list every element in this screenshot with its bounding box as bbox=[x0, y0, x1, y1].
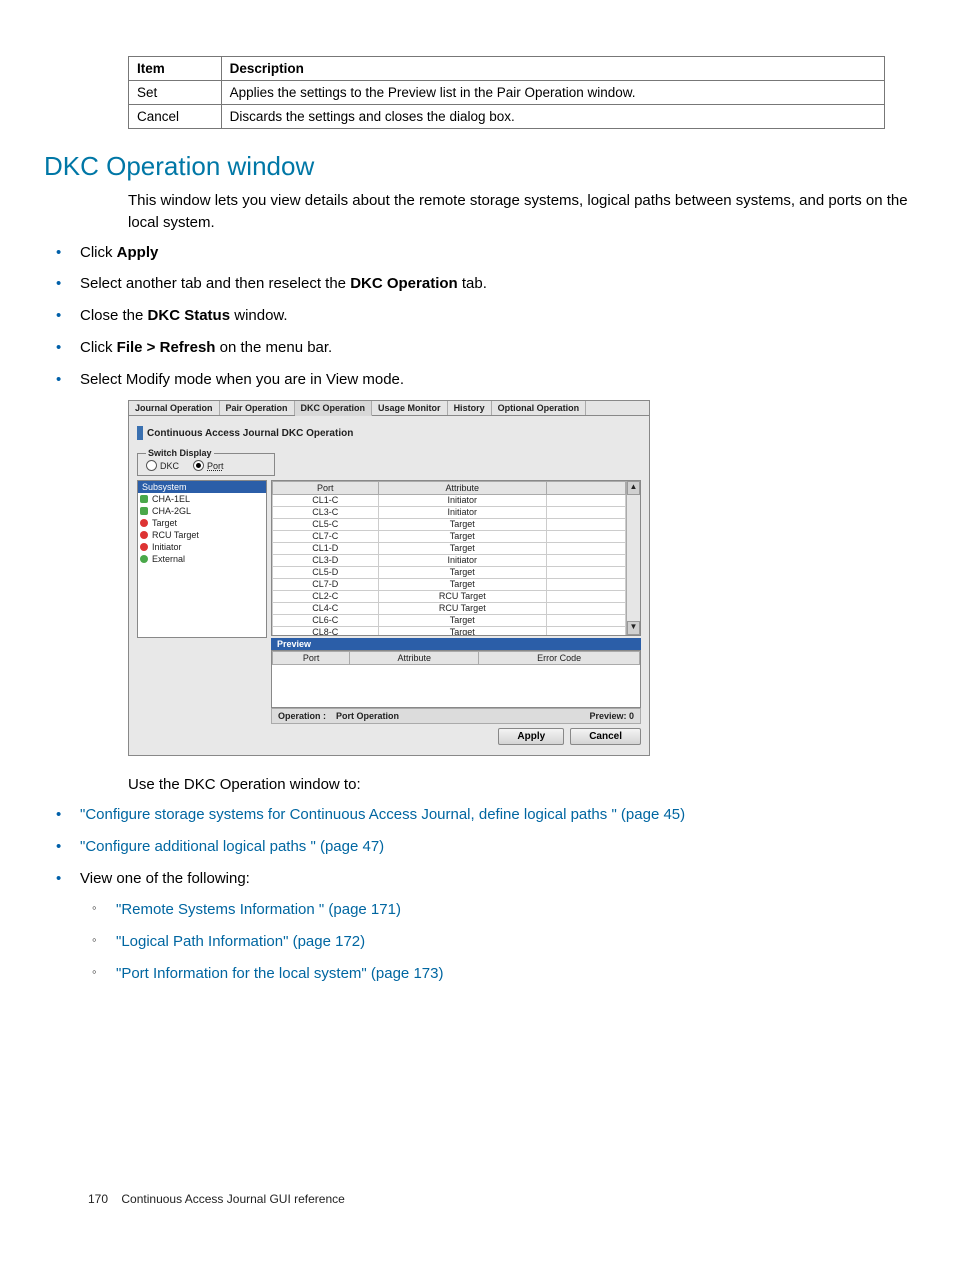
subsystem-tree[interactable]: Subsystem CHA-1EL CHA-2GL Target RCU Tar… bbox=[137, 480, 267, 638]
link-configure-storage[interactable]: "Configure storage systems for Continuou… bbox=[80, 806, 685, 823]
list-item: Select Modify mode when you are in View … bbox=[44, 369, 910, 391]
grid-row[interactable]: CL3-CInitiator bbox=[273, 507, 626, 519]
apply-button[interactable]: Apply bbox=[498, 728, 564, 745]
link-remote-systems[interactable]: "Remote Systems Information " (page 171) bbox=[116, 901, 401, 918]
pv-col-port[interactable]: Port bbox=[273, 652, 350, 665]
col-item: Item bbox=[129, 57, 222, 81]
list-item: "Port Information for the local system" … bbox=[80, 963, 910, 985]
tree-item[interactable]: CHA-2GL bbox=[138, 505, 266, 517]
instruction-list: Click Apply Select another tab and then … bbox=[44, 242, 910, 391]
pv-col-error-code[interactable]: Error Code bbox=[479, 652, 640, 665]
port-grid[interactable]: Port Attribute CL1-CInitiatorCL3-CInitia… bbox=[272, 481, 626, 635]
list-item: Close the DKC Status window. bbox=[44, 305, 910, 327]
col-port[interactable]: Port bbox=[273, 482, 379, 495]
grid-row[interactable]: CL7-CTarget bbox=[273, 531, 626, 543]
grid-row[interactable]: CL1-DTarget bbox=[273, 543, 626, 555]
list-item: Select another tab and then reselect the… bbox=[44, 273, 910, 295]
scroll-up-icon[interactable]: ▲ bbox=[627, 481, 640, 495]
use-list: "Configure storage systems for Continuou… bbox=[44, 804, 910, 985]
tree-item[interactable]: External bbox=[138, 553, 266, 565]
switch-display-legend: Switch Display bbox=[146, 448, 214, 458]
radio-dkc[interactable] bbox=[146, 460, 157, 471]
link-logical-path[interactable]: "Logical Path Information" (page 172) bbox=[116, 933, 365, 950]
page-footer: 170 Continuous Access Journal GUI refere… bbox=[88, 1192, 345, 1206]
grid-row[interactable]: CL8-CTarget bbox=[273, 627, 626, 636]
pv-col-attribute[interactable]: Attribute bbox=[350, 652, 479, 665]
vertical-scrollbar[interactable]: ▲ ▼ bbox=[626, 481, 640, 635]
list-item: Click File > Refresh on the menu bar. bbox=[44, 337, 910, 359]
list-item: "Logical Path Information" (page 172) bbox=[80, 931, 910, 953]
preview-header: Preview bbox=[271, 638, 641, 650]
tree-item[interactable]: Initiator bbox=[138, 541, 266, 553]
link-configure-paths[interactable]: "Configure additional logical paths " (p… bbox=[80, 838, 384, 855]
section-heading: DKC Operation window bbox=[44, 151, 910, 182]
tree-root[interactable]: Subsystem bbox=[138, 481, 266, 493]
list-item: Click Apply bbox=[44, 242, 910, 264]
title-bar-icon bbox=[137, 426, 143, 440]
grid-row[interactable]: CL1-CInitiator bbox=[273, 495, 626, 507]
window-title: Continuous Access Journal DKC Operation bbox=[137, 426, 641, 440]
tab-journal-operation[interactable]: Journal Operation bbox=[129, 401, 220, 415]
use-intro: Use the DKC Operation window to: bbox=[128, 774, 910, 796]
tab-dkc-operation[interactable]: DKC Operation bbox=[295, 401, 373, 416]
tab-optional-operation[interactable]: Optional Operation bbox=[492, 401, 587, 415]
app-screenshot: Journal Operation Pair Operation DKC Ope… bbox=[128, 400, 650, 756]
item-description-table: Item Description Set Applies the setting… bbox=[128, 56, 885, 129]
link-port-info[interactable]: "Port Information for the local system" … bbox=[116, 965, 443, 982]
list-item: View one of the following: "Remote Syste… bbox=[44, 868, 910, 985]
grid-row[interactable]: CL5-CTarget bbox=[273, 519, 626, 531]
intro-paragraph: This window lets you view details about … bbox=[128, 190, 910, 234]
col-attribute[interactable]: Attribute bbox=[378, 482, 546, 495]
preview-grid[interactable]: Port Attribute Error Code bbox=[271, 650, 641, 708]
table-row: Cancel Discards the settings and closes … bbox=[129, 105, 885, 129]
tree-item[interactable]: Target bbox=[138, 517, 266, 529]
grid-row[interactable]: CL5-DTarget bbox=[273, 567, 626, 579]
switch-display-group: Switch Display DKC Port bbox=[137, 448, 275, 476]
cancel-button[interactable]: Cancel bbox=[570, 728, 641, 745]
tree-item[interactable]: RCU Target bbox=[138, 529, 266, 541]
scroll-down-icon[interactable]: ▼ bbox=[627, 621, 640, 635]
table-row: Set Applies the settings to the Preview … bbox=[129, 81, 885, 105]
tab-usage-monitor[interactable]: Usage Monitor bbox=[372, 401, 448, 415]
list-item: "Configure additional logical paths " (p… bbox=[44, 836, 910, 858]
operation-row: Operation : Port Operation Preview: 0 bbox=[271, 708, 641, 724]
tab-pair-operation[interactable]: Pair Operation bbox=[220, 401, 295, 415]
list-item: "Configure storage systems for Continuou… bbox=[44, 804, 910, 826]
radio-port[interactable] bbox=[193, 460, 204, 471]
tree-item[interactable]: CHA-1EL bbox=[138, 493, 266, 505]
tab-history[interactable]: History bbox=[448, 401, 492, 415]
grid-row[interactable]: CL3-DInitiator bbox=[273, 555, 626, 567]
list-item: "Remote Systems Information " (page 171) bbox=[80, 899, 910, 921]
grid-row[interactable]: CL6-CTarget bbox=[273, 615, 626, 627]
grid-row[interactable]: CL7-DTarget bbox=[273, 579, 626, 591]
grid-row[interactable]: CL2-CRCU Target bbox=[273, 591, 626, 603]
grid-row[interactable]: CL4-CRCU Target bbox=[273, 603, 626, 615]
col-description: Description bbox=[221, 57, 884, 81]
tab-strip: Journal Operation Pair Operation DKC Ope… bbox=[129, 401, 649, 416]
